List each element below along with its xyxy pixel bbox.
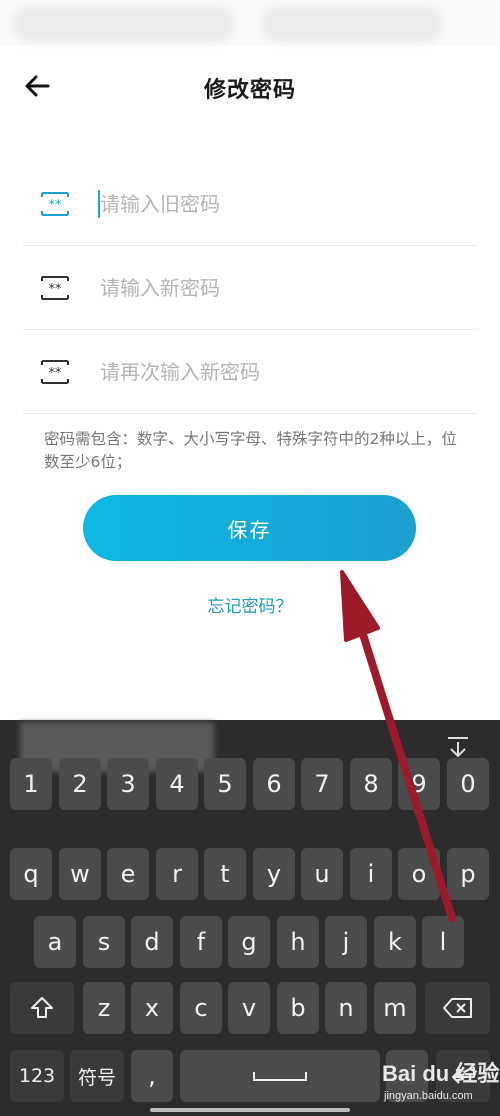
key-e[interactable]: e: [107, 848, 149, 900]
password-icon: **: [41, 192, 69, 216]
key-4[interactable]: 4: [156, 758, 198, 810]
svg-text:**: **: [49, 282, 63, 297]
key-6[interactable]: 6: [253, 758, 295, 810]
key-c[interactable]: c: [180, 982, 222, 1034]
space-key[interactable]: [180, 1050, 380, 1102]
confirm-password-field: **: [22, 330, 478, 414]
key-5[interactable]: 5: [204, 758, 246, 810]
key-b[interactable]: b: [277, 982, 319, 1034]
confirm-password-input[interactable]: [100, 354, 460, 390]
password-icon: **: [41, 276, 69, 300]
key-v[interactable]: v: [228, 982, 270, 1034]
blurred-region: [12, 6, 234, 42]
key-w[interactable]: w: [59, 848, 101, 900]
symbols-key[interactable]: 符号: [70, 1050, 124, 1102]
key-k[interactable]: k: [374, 916, 416, 968]
key-i[interactable]: i: [350, 848, 392, 900]
numeric-mode-key[interactable]: 123: [10, 1050, 64, 1102]
backspace-icon: [442, 998, 472, 1018]
blurred-region: [262, 6, 442, 42]
key-p[interactable]: p: [447, 848, 489, 900]
bottom-row: 123 符号 ,: [0, 1050, 500, 1102]
shift-icon: [31, 997, 53, 1018]
letter-row-2: a s d f g h j k l: [0, 916, 500, 968]
password-rule-hint: 密码需包含：数字、大小写字母、特殊字符中的2种以上，位数至少6位；: [44, 430, 457, 471]
key-z[interactable]: z: [83, 982, 125, 1034]
key-g[interactable]: g: [228, 916, 270, 968]
key-3[interactable]: 3: [107, 758, 149, 810]
key-f[interactable]: f: [180, 916, 222, 968]
key-8[interactable]: 8: [350, 758, 392, 810]
key-t[interactable]: t: [204, 848, 246, 900]
key-2[interactable]: 2: [59, 758, 101, 810]
svg-text:**: **: [49, 198, 63, 213]
key-s[interactable]: s: [83, 916, 125, 968]
home-indicator: [150, 1108, 350, 1112]
key-j[interactable]: j: [325, 916, 367, 968]
soft-keyboard: 1 2 3 4 5 6 7 8 9 0 q w e r t y u i o p …: [0, 720, 500, 1116]
header: 修改密码: [0, 60, 500, 112]
key-a[interactable]: a: [34, 916, 76, 968]
new-password-input[interactable]: [100, 270, 460, 306]
save-button[interactable]: 保存: [83, 495, 416, 561]
key-x[interactable]: x: [131, 982, 173, 1034]
forgot-password-link[interactable]: 忘记密码？: [0, 592, 500, 617]
key-n[interactable]: n: [325, 982, 367, 1034]
backspace-key[interactable]: [425, 982, 490, 1034]
enter-icon: [452, 1067, 475, 1084]
shift-key[interactable]: [10, 982, 74, 1034]
comma-key[interactable]: ,: [131, 1050, 173, 1102]
key-1[interactable]: 1: [10, 758, 52, 810]
key-9[interactable]: 9: [398, 758, 440, 810]
password-icon: **: [41, 360, 69, 384]
enter-key[interactable]: [436, 1050, 490, 1102]
key-l[interactable]: l: [422, 916, 464, 968]
letter-row-1: q w e r t y u i o p: [0, 848, 500, 900]
status-bar-blurred: [0, 0, 500, 46]
period-key[interactable]: [386, 1050, 428, 1102]
space-icon: [253, 1072, 307, 1081]
key-y[interactable]: y: [253, 848, 295, 900]
key-d[interactable]: d: [131, 916, 173, 968]
key-r[interactable]: r: [156, 848, 198, 900]
new-password-field: **: [22, 246, 478, 330]
key-0[interactable]: 0: [447, 758, 489, 810]
key-o[interactable]: o: [398, 848, 440, 900]
key-q[interactable]: q: [10, 848, 52, 900]
page-title: 修改密码: [203, 78, 296, 103]
key-u[interactable]: u: [301, 848, 343, 900]
letter-row-3: z x c v b n m: [0, 982, 500, 1034]
old-password-field: **: [22, 162, 478, 246]
old-password-input[interactable]: [100, 186, 460, 222]
number-row: 1 2 3 4 5 6 7 8 9 0: [0, 758, 500, 810]
key-m[interactable]: m: [374, 982, 416, 1034]
key-h[interactable]: h: [277, 916, 319, 968]
key-7[interactable]: 7: [301, 758, 343, 810]
svg-text:**: **: [49, 366, 63, 381]
